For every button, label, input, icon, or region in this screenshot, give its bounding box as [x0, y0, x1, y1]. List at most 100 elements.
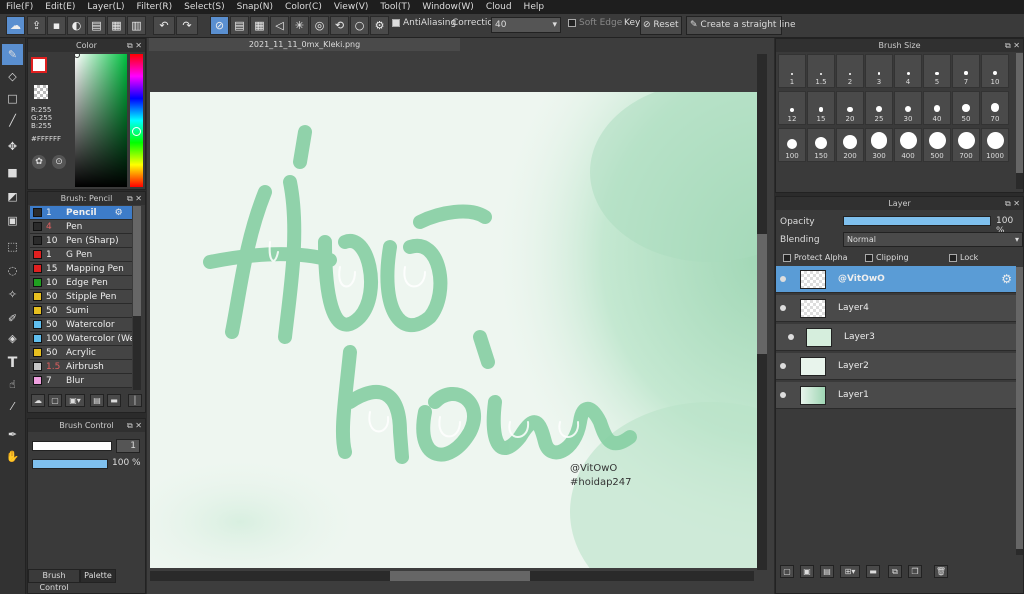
antialiasing-checkbox[interactable]: AntiAliasing [392, 18, 456, 28]
brush-size-slider[interactable] [32, 441, 112, 451]
clipping-checkbox[interactable]: Clipping [865, 253, 909, 262]
brush-size-option[interactable]: 500 [923, 128, 951, 162]
scrollbar-thumb[interactable] [1016, 53, 1023, 173]
brush-item-pencil[interactable]: 1 Pencil ⚙ [30, 206, 132, 220]
folder-icon[interactable]: ▬ [866, 565, 880, 578]
brush-item-edge-pen[interactable]: 10 Edge Pen [30, 276, 132, 290]
layout-icon[interactable]: ▥ [127, 16, 146, 35]
duplicate-layer-icon[interactable]: ▤ [820, 565, 834, 578]
brush-opacity-slider[interactable] [32, 459, 108, 469]
brush-item-watercolor-wet[interactable]: 100Watercolor (Wet) [30, 332, 132, 346]
brush-delete-icon[interactable]: │ [128, 394, 142, 407]
scrollbar-thumb[interactable] [133, 206, 141, 316]
foreground-color-swatch[interactable] [31, 57, 47, 73]
menu-color[interactable]: Color(C) [279, 2, 328, 12]
brush-size-option[interactable]: 1 [778, 54, 806, 88]
menu-view[interactable]: View(V) [328, 2, 375, 12]
rect-tool-icon[interactable]: □ [2, 88, 23, 109]
snap-circle-icon[interactable]: ○ [350, 16, 369, 35]
eyedropper-icon[interactable]: ⊙ [52, 155, 66, 169]
tab-palette[interactable]: Palette [80, 569, 116, 583]
color-picker-handle[interactable] [74, 52, 80, 58]
brush-item-pen[interactable]: 4 Pen [30, 220, 132, 234]
brush-add-menu-icon[interactable]: ▣▾ [65, 394, 85, 407]
brush-size-option[interactable]: 400 [894, 128, 922, 162]
hand-tool-icon[interactable]: ✋ [2, 446, 23, 467]
canvas-horizontal-scrollbar[interactable] [150, 571, 754, 581]
snap-off-icon[interactable]: ⊘ [210, 16, 229, 35]
reset-button[interactable]: ⊘ Reset [640, 16, 682, 35]
hue-slider-handle[interactable] [132, 127, 141, 136]
brush-size-option[interactable]: 12 [778, 91, 806, 125]
hand-pointer-tool-icon[interactable]: ☝ [2, 374, 23, 395]
eye-icon[interactable] [788, 334, 794, 340]
layer-item-layer2[interactable]: Layer2 [776, 353, 1016, 380]
lasso-tool-icon[interactable]: ◌ [2, 260, 23, 281]
layer-list-scrollbar[interactable] [1016, 267, 1023, 555]
brush-size-option[interactable]: 2 [836, 54, 864, 88]
gear-icon[interactable]: ⚙ [115, 208, 123, 218]
brush-size-option[interactable]: 5 [923, 54, 951, 88]
brush-size-option[interactable]: 10 [981, 54, 1009, 88]
select-pen-tool-icon[interactable]: ✐ [2, 308, 23, 329]
brush-item-sumi[interactable]: 50 Sumi [30, 304, 132, 318]
comment-icon[interactable]: ▪ [47, 16, 66, 35]
brush-size-option[interactable]: 1.5 [807, 54, 835, 88]
panel-controls-icon[interactable]: ⧉ ✕ [127, 419, 142, 432]
brush-item-airbrush[interactable]: 1.5 Airbrush [30, 360, 132, 374]
brush-size-scrollbar[interactable] [1016, 53, 1023, 189]
document-tab[interactable]: 2021_11_11_0mx_Kleki.png [149, 38, 460, 51]
add-layer-menu-icon[interactable]: ⊞▾ [840, 565, 860, 578]
scrollbar-thumb[interactable] [757, 234, 767, 354]
snap-concentric-icon[interactable]: ◎ [310, 16, 329, 35]
menu-help[interactable]: Help [518, 2, 551, 12]
eye-icon[interactable] [780, 276, 786, 282]
brush-size-option[interactable]: 50 [952, 91, 980, 125]
cloud-brush-icon[interactable]: ☁ [31, 394, 45, 407]
brush-item-g-pen[interactable]: 1G Pen [30, 248, 132, 262]
brush-size-option[interactable]: 700 [952, 128, 980, 162]
eraser-tool-icon[interactable]: ◇ [2, 66, 23, 87]
brush-size-option[interactable]: 20 [836, 91, 864, 125]
brush-size-option[interactable]: 7 [952, 54, 980, 88]
brush-item-pen-sharp[interactable]: 10 Pen (Sharp) [30, 234, 132, 248]
eyedropper-tool-icon[interactable]: ⁄ [2, 396, 23, 417]
brush-list-scrollbar[interactable] [133, 206, 141, 390]
panel-controls-icon[interactable]: ⧉ ✕ [127, 39, 142, 52]
hue-slider[interactable] [130, 54, 143, 187]
scrollbar-thumb[interactable] [1016, 267, 1023, 549]
panel-controls-icon[interactable]: ⧉ ✕ [1005, 39, 1020, 52]
brush-item-blur[interactable]: 7 Blur [30, 374, 132, 388]
tab-brush-control[interactable]: Brush Control [28, 569, 80, 592]
save-icon[interactable]: ▤ [87, 16, 106, 35]
brush-size-option[interactable]: 100 [778, 128, 806, 162]
trash-icon[interactable]: 🗑 [934, 565, 948, 578]
saturation-value-picker[interactable] [75, 54, 127, 187]
menu-edit[interactable]: Edit(E) [39, 2, 81, 12]
lock-checkbox[interactable]: Lock [949, 253, 978, 262]
canvas-artwork[interactable]: @VitOwO #hoidap247 [150, 92, 757, 568]
gradient-tool-icon[interactable]: ▣ [2, 210, 23, 231]
scrollbar-thumb[interactable] [390, 571, 530, 581]
panel-controls-icon[interactable]: ⧉ ✕ [1005, 197, 1020, 210]
brush-tool-icon[interactable]: ✎ [2, 44, 23, 65]
layer-item-layer1[interactable]: Layer1 [776, 382, 1016, 409]
canvas-vertical-scrollbar[interactable] [757, 54, 767, 570]
protect-alpha-checkbox[interactable]: Protect Alpha [783, 253, 848, 262]
menu-layer[interactable]: Layer(L) [81, 2, 130, 12]
text-tool-icon[interactable]: T [2, 352, 23, 373]
menu-filter[interactable]: Filter(R) [131, 2, 179, 12]
soft-edge-checkbox[interactable]: Soft Edge [568, 18, 622, 28]
fill-rect-tool-icon[interactable]: ■ [2, 162, 23, 183]
snap-curve-icon[interactable]: ⟲ [330, 16, 349, 35]
brush-item-acrylic[interactable]: 50 Acrylic [30, 346, 132, 360]
redo-icon[interactable]: ↷ [176, 16, 198, 35]
correction-select[interactable]: 40 ▾ [491, 17, 561, 33]
new-brush-icon[interactable]: ▢ [48, 394, 62, 407]
snap-radial-icon[interactable]: ✳ [290, 16, 309, 35]
magic-wand-tool-icon[interactable]: ✧ [2, 284, 23, 305]
snap-parallel-icon[interactable]: ▤ [230, 16, 249, 35]
brush-size-option[interactable]: 15 [807, 91, 835, 125]
straight-line-button[interactable]: ✎ Create a straight line [686, 16, 796, 35]
eye-icon[interactable] [780, 392, 786, 398]
